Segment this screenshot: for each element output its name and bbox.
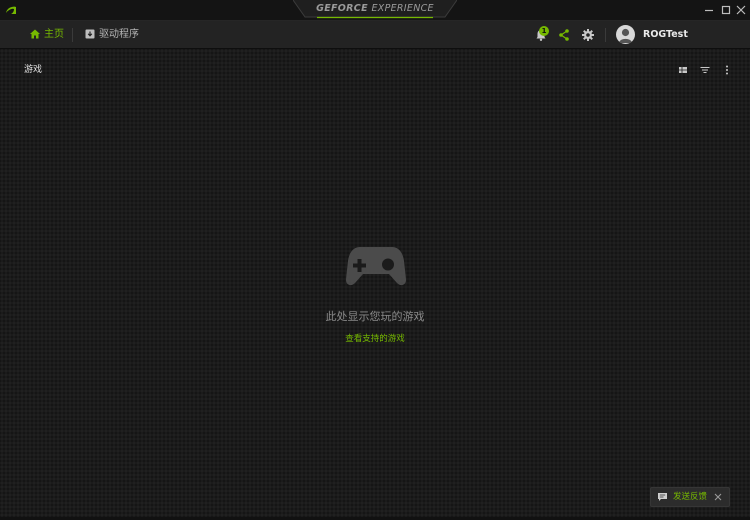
close-window-button[interactable] bbox=[732, 1, 750, 19]
app-title: GEFORCE EXPERIENCE bbox=[293, 0, 457, 17]
grid-view-button[interactable] bbox=[677, 61, 689, 73]
app-title-light: EXPERIENCE bbox=[371, 3, 434, 14]
more-button[interactable] bbox=[721, 61, 733, 75]
more-icon bbox=[726, 65, 728, 75]
app-title-bold: GEFORCE bbox=[316, 3, 368, 14]
settings-button[interactable] bbox=[581, 27, 595, 41]
filter-button[interactable] bbox=[699, 61, 711, 74]
notification-badge: 1 bbox=[539, 26, 549, 36]
tab-drivers-label: 驱动程序 bbox=[99, 29, 139, 40]
nav-bar: 主页 驱动程序 bbox=[0, 21, 750, 49]
nav-divider bbox=[72, 28, 73, 42]
nvidia-logo bbox=[6, 6, 16, 14]
view-supported-games-link[interactable]: 查看支持的游戏 bbox=[300, 332, 450, 344]
title-bar: GEFORCE EXPERIENCE bbox=[0, 0, 750, 21]
grid-view-icon bbox=[679, 67, 687, 73]
share-button[interactable] bbox=[557, 27, 571, 41]
nav-divider bbox=[605, 28, 606, 42]
empty-state-message: 此处显示您玩的游戏 bbox=[325, 310, 425, 323]
section-title-games: 游戏 bbox=[24, 65, 43, 75]
send-feedback-button[interactable]: 发送反馈 bbox=[673, 488, 707, 506]
close-icon[interactable] bbox=[713, 492, 723, 502]
avatar[interactable] bbox=[616, 25, 635, 44]
tab-home-label: 主页 bbox=[44, 29, 64, 40]
filter-icon bbox=[700, 66, 710, 74]
username[interactable]: ROGTest bbox=[643, 25, 688, 44]
gear-icon bbox=[582, 29, 594, 41]
drivers-icon bbox=[85, 29, 95, 39]
feedback-widget: 发送反馈 bbox=[650, 487, 730, 507]
home-icon bbox=[30, 29, 40, 39]
minimize-icon bbox=[705, 9, 713, 12]
tab-home[interactable]: 主页 bbox=[29, 21, 65, 48]
gamepad-icon bbox=[346, 247, 406, 286]
chat-icon bbox=[658, 493, 667, 501]
share-icon bbox=[559, 29, 569, 41]
close-icon bbox=[736, 5, 746, 15]
minimize-button[interactable] bbox=[700, 1, 718, 19]
tab-drivers[interactable]: 驱动程序 bbox=[84, 21, 144, 48]
user-icon bbox=[619, 28, 632, 43]
